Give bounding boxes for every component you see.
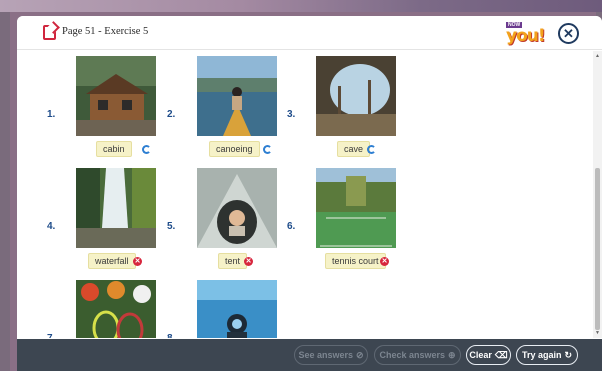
- refresh-icon: ↻: [564, 349, 573, 360]
- correct-icon: [142, 145, 151, 154]
- eraser-icon: ⌫: [494, 349, 508, 360]
- eye-icon: ⊘: [356, 349, 364, 360]
- check-icon: ⊕: [448, 349, 456, 360]
- answer-text: tennis court: [332, 256, 379, 266]
- scroll-down-icon[interactable]: ▼: [595, 330, 600, 336]
- background-left-edge: [0, 12, 10, 371]
- sports-equipment-image: [76, 280, 156, 338]
- answer-label[interactable]: cave: [337, 141, 371, 157]
- check-answers-label: Check answers: [379, 350, 445, 360]
- incorrect-icon: ✕: [380, 257, 389, 266]
- item-number: 8.: [167, 333, 175, 338]
- tent-image: [197, 168, 277, 248]
- vertical-scrollbar[interactable]: ▲ ▼: [593, 51, 602, 338]
- brand-logo-text: you!: [506, 26, 546, 46]
- brand-logo: NOW you!: [506, 22, 554, 46]
- answer-text: waterfall: [95, 256, 129, 266]
- answer-text: tent: [225, 256, 241, 266]
- answer-text: cave: [344, 144, 364, 154]
- clear-label: Clear: [469, 350, 492, 360]
- diving-image: [197, 280, 277, 338]
- close-button[interactable]: ✕: [558, 23, 579, 44]
- see-answers-label: See answers: [298, 350, 353, 360]
- waterfall-image: [76, 168, 156, 248]
- page-title: Page 51 - Exercise 5: [62, 26, 149, 37]
- item-number: 2.: [167, 109, 176, 120]
- canoeing-image: [197, 56, 277, 136]
- try-again-label: Try again: [521, 350, 562, 360]
- item-number: 6.: [287, 221, 296, 232]
- answer-text: cabin: [103, 144, 125, 154]
- exercise-content: 1. cabin 2. canoeing 3. cave 4. waterfal…: [17, 51, 593, 338]
- item-number: 5.: [167, 221, 176, 232]
- modal-header: Page 51 - Exercise 5 NOW you! ✕: [17, 16, 602, 50]
- try-again-button[interactable]: Try again ↻: [516, 345, 578, 365]
- cave-image: [316, 56, 396, 136]
- correct-icon: [263, 145, 272, 154]
- incorrect-icon: ✕: [133, 257, 142, 266]
- browser-top-strip: [0, 0, 602, 12]
- answer-label[interactable]: waterfall: [88, 253, 136, 269]
- page-icon: [43, 25, 56, 40]
- item-number: 1.: [47, 109, 56, 120]
- answer-label[interactable]: tent: [218, 253, 248, 269]
- correct-icon: [367, 145, 376, 154]
- answer-text: canoeing: [216, 144, 253, 154]
- answer-label[interactable]: cabin: [96, 141, 132, 157]
- answer-label[interactable]: canoeing: [209, 141, 260, 157]
- check-answers-button[interactable]: Check answers ⊕: [374, 345, 461, 365]
- answer-label[interactable]: tennis court: [325, 253, 386, 269]
- tennis-court-image: [316, 168, 396, 248]
- scroll-up-icon[interactable]: ▲: [595, 53, 600, 59]
- close-icon: ✕: [563, 26, 574, 41]
- exercise-modal: Page 51 - Exercise 5 NOW you! ✕ 1. cabin…: [17, 16, 602, 371]
- incorrect-icon: ✕: [244, 257, 253, 266]
- action-bar: See answers ⊘ Check answers ⊕ Clear ⌫ Tr…: [17, 339, 602, 371]
- item-number: 3.: [287, 109, 296, 120]
- cabin-image: [76, 56, 156, 136]
- see-answers-button[interactable]: See answers ⊘: [294, 345, 368, 365]
- clear-button[interactable]: Clear ⌫: [466, 345, 511, 365]
- item-number: 7.: [47, 333, 55, 338]
- scrollbar-thumb[interactable]: [595, 168, 600, 330]
- item-number: 4.: [47, 221, 56, 232]
